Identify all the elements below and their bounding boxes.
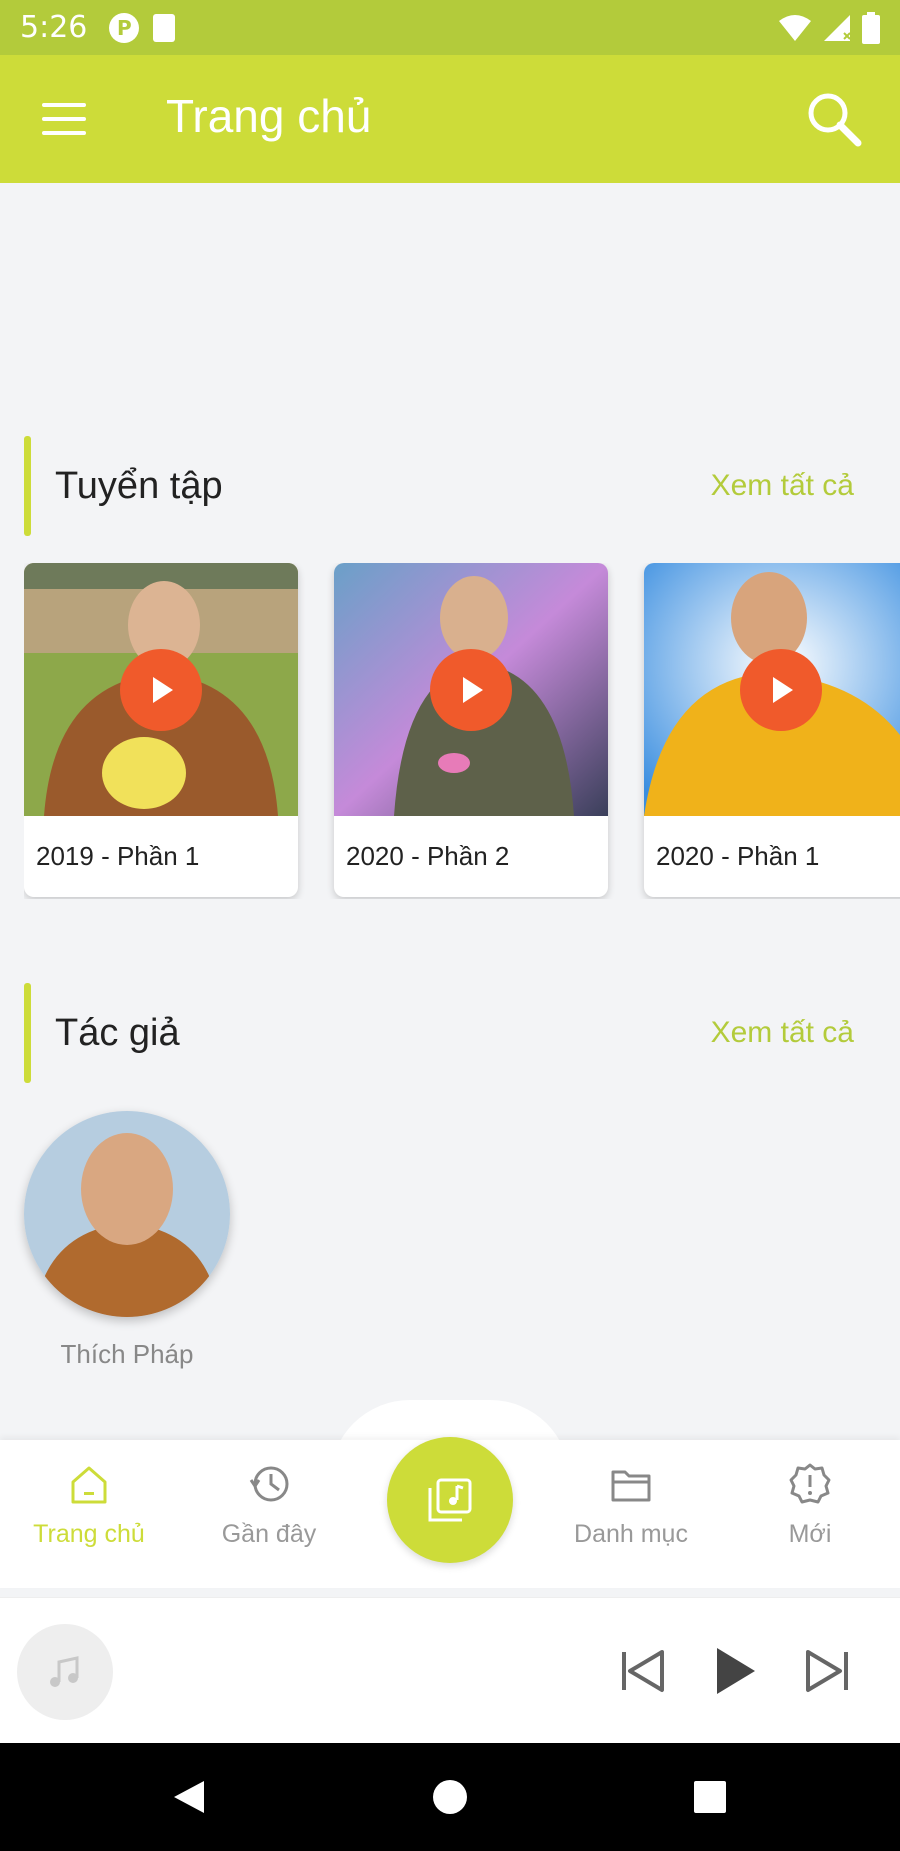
nav-item-recent[interactable]: Gần đây xyxy=(184,1462,354,1549)
music-library-button[interactable] xyxy=(387,1437,513,1563)
collection-label: 2020 - Phần 1 xyxy=(656,841,820,871)
home-icon xyxy=(71,1466,107,1504)
search-icon[interactable] xyxy=(804,89,864,149)
play-icon[interactable] xyxy=(430,649,512,731)
music-library-icon xyxy=(428,1478,472,1522)
now-playing-artwork[interactable] xyxy=(17,1624,113,1720)
collection-thumbnail xyxy=(24,563,298,816)
nav-item-category[interactable]: Danh mục xyxy=(546,1462,716,1549)
collections-title: Tuyển tập xyxy=(55,464,223,507)
collection-card[interactable]: 2020 - Phần 1 xyxy=(644,563,900,897)
skip-next-icon[interactable] xyxy=(796,1640,858,1702)
collection-label: 2020 - Phần 2 xyxy=(346,841,510,871)
skip-previous-icon[interactable] xyxy=(612,1640,674,1702)
collection-thumbnail xyxy=(644,563,900,816)
alert-icon xyxy=(789,1463,831,1504)
nav-label: Danh mục xyxy=(574,1520,688,1548)
author-name: Thích Pháp xyxy=(60,1339,194,1369)
collection-card[interactable]: 2019 - Phần 1 xyxy=(24,563,298,897)
home-button-icon[interactable] xyxy=(430,1777,470,1817)
notification-icon: P xyxy=(109,12,140,43)
section-accent-bar xyxy=(24,436,31,536)
music-note-icon xyxy=(50,1656,79,1687)
collections-list: 2019 - Phần 1 2020 - Phần 2 2020 - Phần … xyxy=(24,563,900,899)
signal-icon xyxy=(824,14,851,41)
section-accent-bar xyxy=(24,983,31,1083)
collections-header: Tuyển tập Xem tất cả xyxy=(24,436,874,536)
collection-thumbnail xyxy=(334,563,608,816)
folder-icon xyxy=(611,1470,651,1502)
authors-title: Tác giả xyxy=(55,1011,180,1054)
menu-icon[interactable] xyxy=(40,99,88,139)
sd-card-icon xyxy=(153,13,176,42)
collections-see-all-link[interactable]: Xem tất cả xyxy=(711,469,854,503)
back-icon[interactable] xyxy=(170,1777,210,1817)
mini-player xyxy=(0,1597,900,1743)
status-bar: 5:26 P xyxy=(0,0,900,55)
nav-item-new[interactable]: Mới xyxy=(725,1462,895,1549)
nav-label: Mới xyxy=(788,1520,832,1548)
collection-card[interactable]: 2020 - Phần 2 xyxy=(334,563,608,897)
authors-header: Tác giả Xem tất cả xyxy=(24,983,874,1083)
wifi-icon xyxy=(779,14,811,41)
status-time: 5:26 xyxy=(20,10,88,45)
system-navigation-bar xyxy=(0,1743,900,1851)
avatar[interactable] xyxy=(24,1111,230,1317)
page-title: Trang chủ xyxy=(166,90,372,142)
author-item[interactable]: Thích Pháp xyxy=(24,1111,230,1370)
collection-label: 2019 - Phần 1 xyxy=(36,841,200,871)
nav-label: Trang chủ xyxy=(33,1520,145,1548)
play-icon[interactable] xyxy=(703,1640,765,1702)
recents-icon[interactable] xyxy=(690,1777,730,1817)
nav-label: Gần đây xyxy=(221,1520,317,1548)
app-bar: Trang chủ xyxy=(0,55,900,183)
battery-icon xyxy=(862,11,880,44)
nav-item-home[interactable]: Trang chủ xyxy=(4,1462,174,1549)
authors-see-all-link[interactable]: Xem tất cả xyxy=(711,1016,854,1050)
history-icon xyxy=(249,1466,289,1502)
play-icon[interactable] xyxy=(120,649,202,731)
play-icon[interactable] xyxy=(740,649,822,731)
